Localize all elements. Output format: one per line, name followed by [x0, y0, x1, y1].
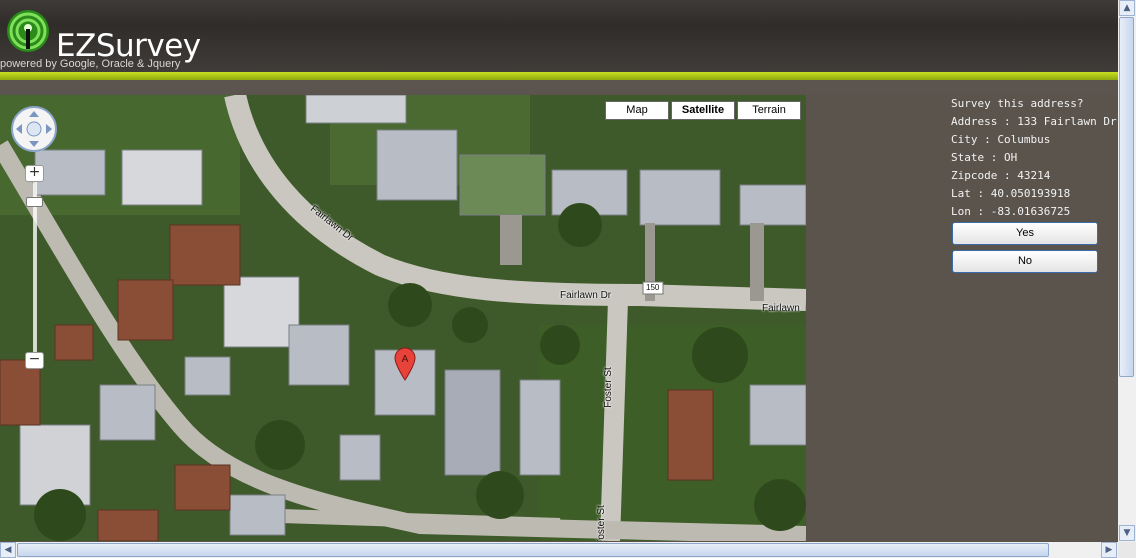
- signal-tower-icon: [7, 10, 49, 52]
- app-tagline: powered by Google, Oracle & Jquery: [0, 58, 181, 70]
- scrollbar-corner: [1118, 542, 1136, 558]
- road-label-foster-st: Foster St: [595, 505, 607, 541]
- zoom-in-button[interactable]: +: [25, 165, 44, 182]
- map-type-map-button[interactable]: Map: [605, 101, 669, 120]
- map-type-terrain-button[interactable]: Terrain: [737, 101, 801, 120]
- zipcode-text: Zipcode : 43214: [951, 169, 1051, 182]
- map-type-control: Map Satellite Terrain: [605, 101, 801, 120]
- pan-control-icon[interactable]: [10, 105, 58, 153]
- zoom-slider-handle[interactable]: [26, 197, 43, 207]
- scroll-left-arrow-icon[interactable]: ◀: [0, 542, 16, 558]
- scroll-up-arrow-icon[interactable]: ▲: [1119, 0, 1135, 16]
- survey-question: Survey this address?: [951, 97, 1084, 110]
- road-label-fairlawn-dr: Fairlawn Dr: [560, 290, 612, 301]
- vertical-scroll-thumb[interactable]: [1119, 17, 1134, 377]
- state-text: State : OH: [951, 151, 1018, 164]
- satellite-imagery: [0, 95, 806, 541]
- header-subbar: [0, 80, 1118, 94]
- horizontal-scroll-thumb[interactable]: [17, 543, 1049, 557]
- map-type-satellite-button[interactable]: Satellite: [671, 101, 735, 120]
- scroll-right-arrow-icon[interactable]: ▶: [1101, 542, 1117, 558]
- route-shield-label: 150: [646, 283, 660, 292]
- city-text: City : Columbus: [951, 133, 1051, 146]
- zoom-out-button[interactable]: −: [25, 352, 44, 369]
- address-text: Address : 133 Fairlawn Dr: [951, 115, 1117, 128]
- survey-panel: Survey this address? Address : 133 Fairl…: [951, 95, 1117, 221]
- no-button[interactable]: No: [952, 250, 1098, 273]
- scroll-down-arrow-icon[interactable]: ▼: [1119, 525, 1135, 541]
- app-header: EZSurvey powered by Google, Oracle & Jqu…: [0, 0, 1118, 72]
- road-label-fairlawn: Fairlawn: [762, 303, 800, 314]
- road-label-foster-st: Foster St: [602, 367, 614, 408]
- map-pin-label: A: [402, 354, 409, 365]
- lon-text: Lon : -83.01636725: [951, 205, 1071, 218]
- satellite-map[interactable]: Fairlawn Dr Fairlawn Dr Fairlawn Foster …: [0, 95, 806, 541]
- yes-button[interactable]: Yes: [952, 222, 1098, 245]
- map-pin-icon[interactable]: A: [393, 347, 417, 381]
- header-accent-bar: [0, 72, 1118, 80]
- lat-text: Lat : 40.050193918: [951, 187, 1071, 200]
